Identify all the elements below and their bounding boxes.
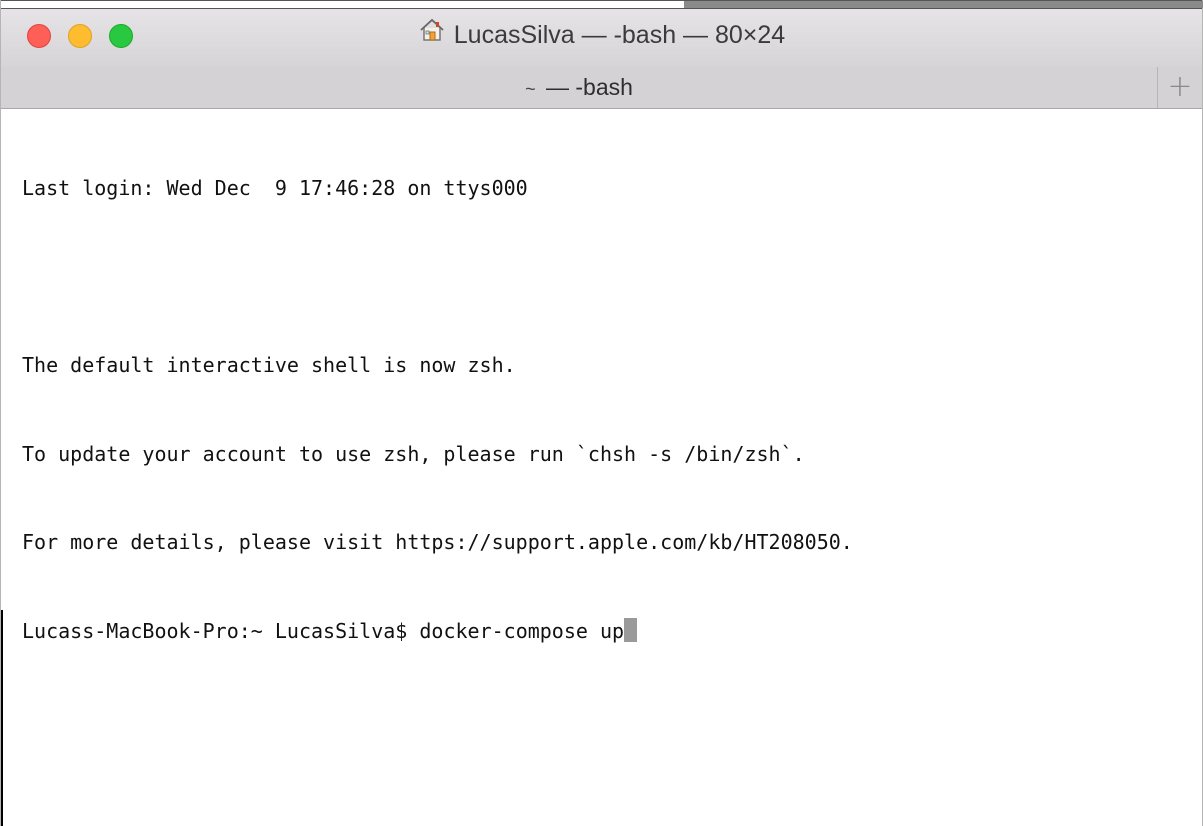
tab-label: — -bash xyxy=(545,74,633,100)
title-bar[interactable]: LucasSilva — -bash — 80×24 xyxy=(1,0,1203,68)
window-edge xyxy=(1,610,3,826)
terminal-line: Last login: Wed Dec 9 17:46:28 on ttys00… xyxy=(22,176,528,200)
tab-bash[interactable]: ~ — -bash xyxy=(1,67,1157,108)
window-title-text: LucasSilva — -bash — 80×24 xyxy=(453,21,786,49)
tab-bar: ~ — -bash + xyxy=(1,67,1202,109)
command-line[interactable]: Lucass-MacBook-Pro:~ LucasSilva$ docker-… xyxy=(22,617,1192,647)
home-icon xyxy=(418,17,446,52)
terminal-window: LucasSilva — -bash — 80×24 ~ — -bash + L… xyxy=(0,0,1203,826)
shell-prompt: Lucass-MacBook-Pro:~ LucasSilva$ xyxy=(22,618,420,643)
window-title: LucasSilva — -bash — 80×24 xyxy=(1,18,1202,54)
terminal-line: The default interactive shell is now zsh… xyxy=(22,353,516,377)
new-tab-button[interactable]: + xyxy=(1157,67,1202,108)
command-input[interactable]: docker-compose up xyxy=(419,619,624,643)
tab-label-prefix: ~ xyxy=(525,79,536,99)
terminal-line: For more details, please visit https://s… xyxy=(22,530,853,554)
top-edge xyxy=(1,0,1203,9)
terminal-output[interactable]: Last login: Wed Dec 9 17:46:28 on ttys00… xyxy=(22,115,1192,705)
plus-icon: + xyxy=(1167,69,1193,104)
text-cursor xyxy=(624,617,638,642)
terminal-line: To update your account to use zsh, pleas… xyxy=(22,441,805,466)
